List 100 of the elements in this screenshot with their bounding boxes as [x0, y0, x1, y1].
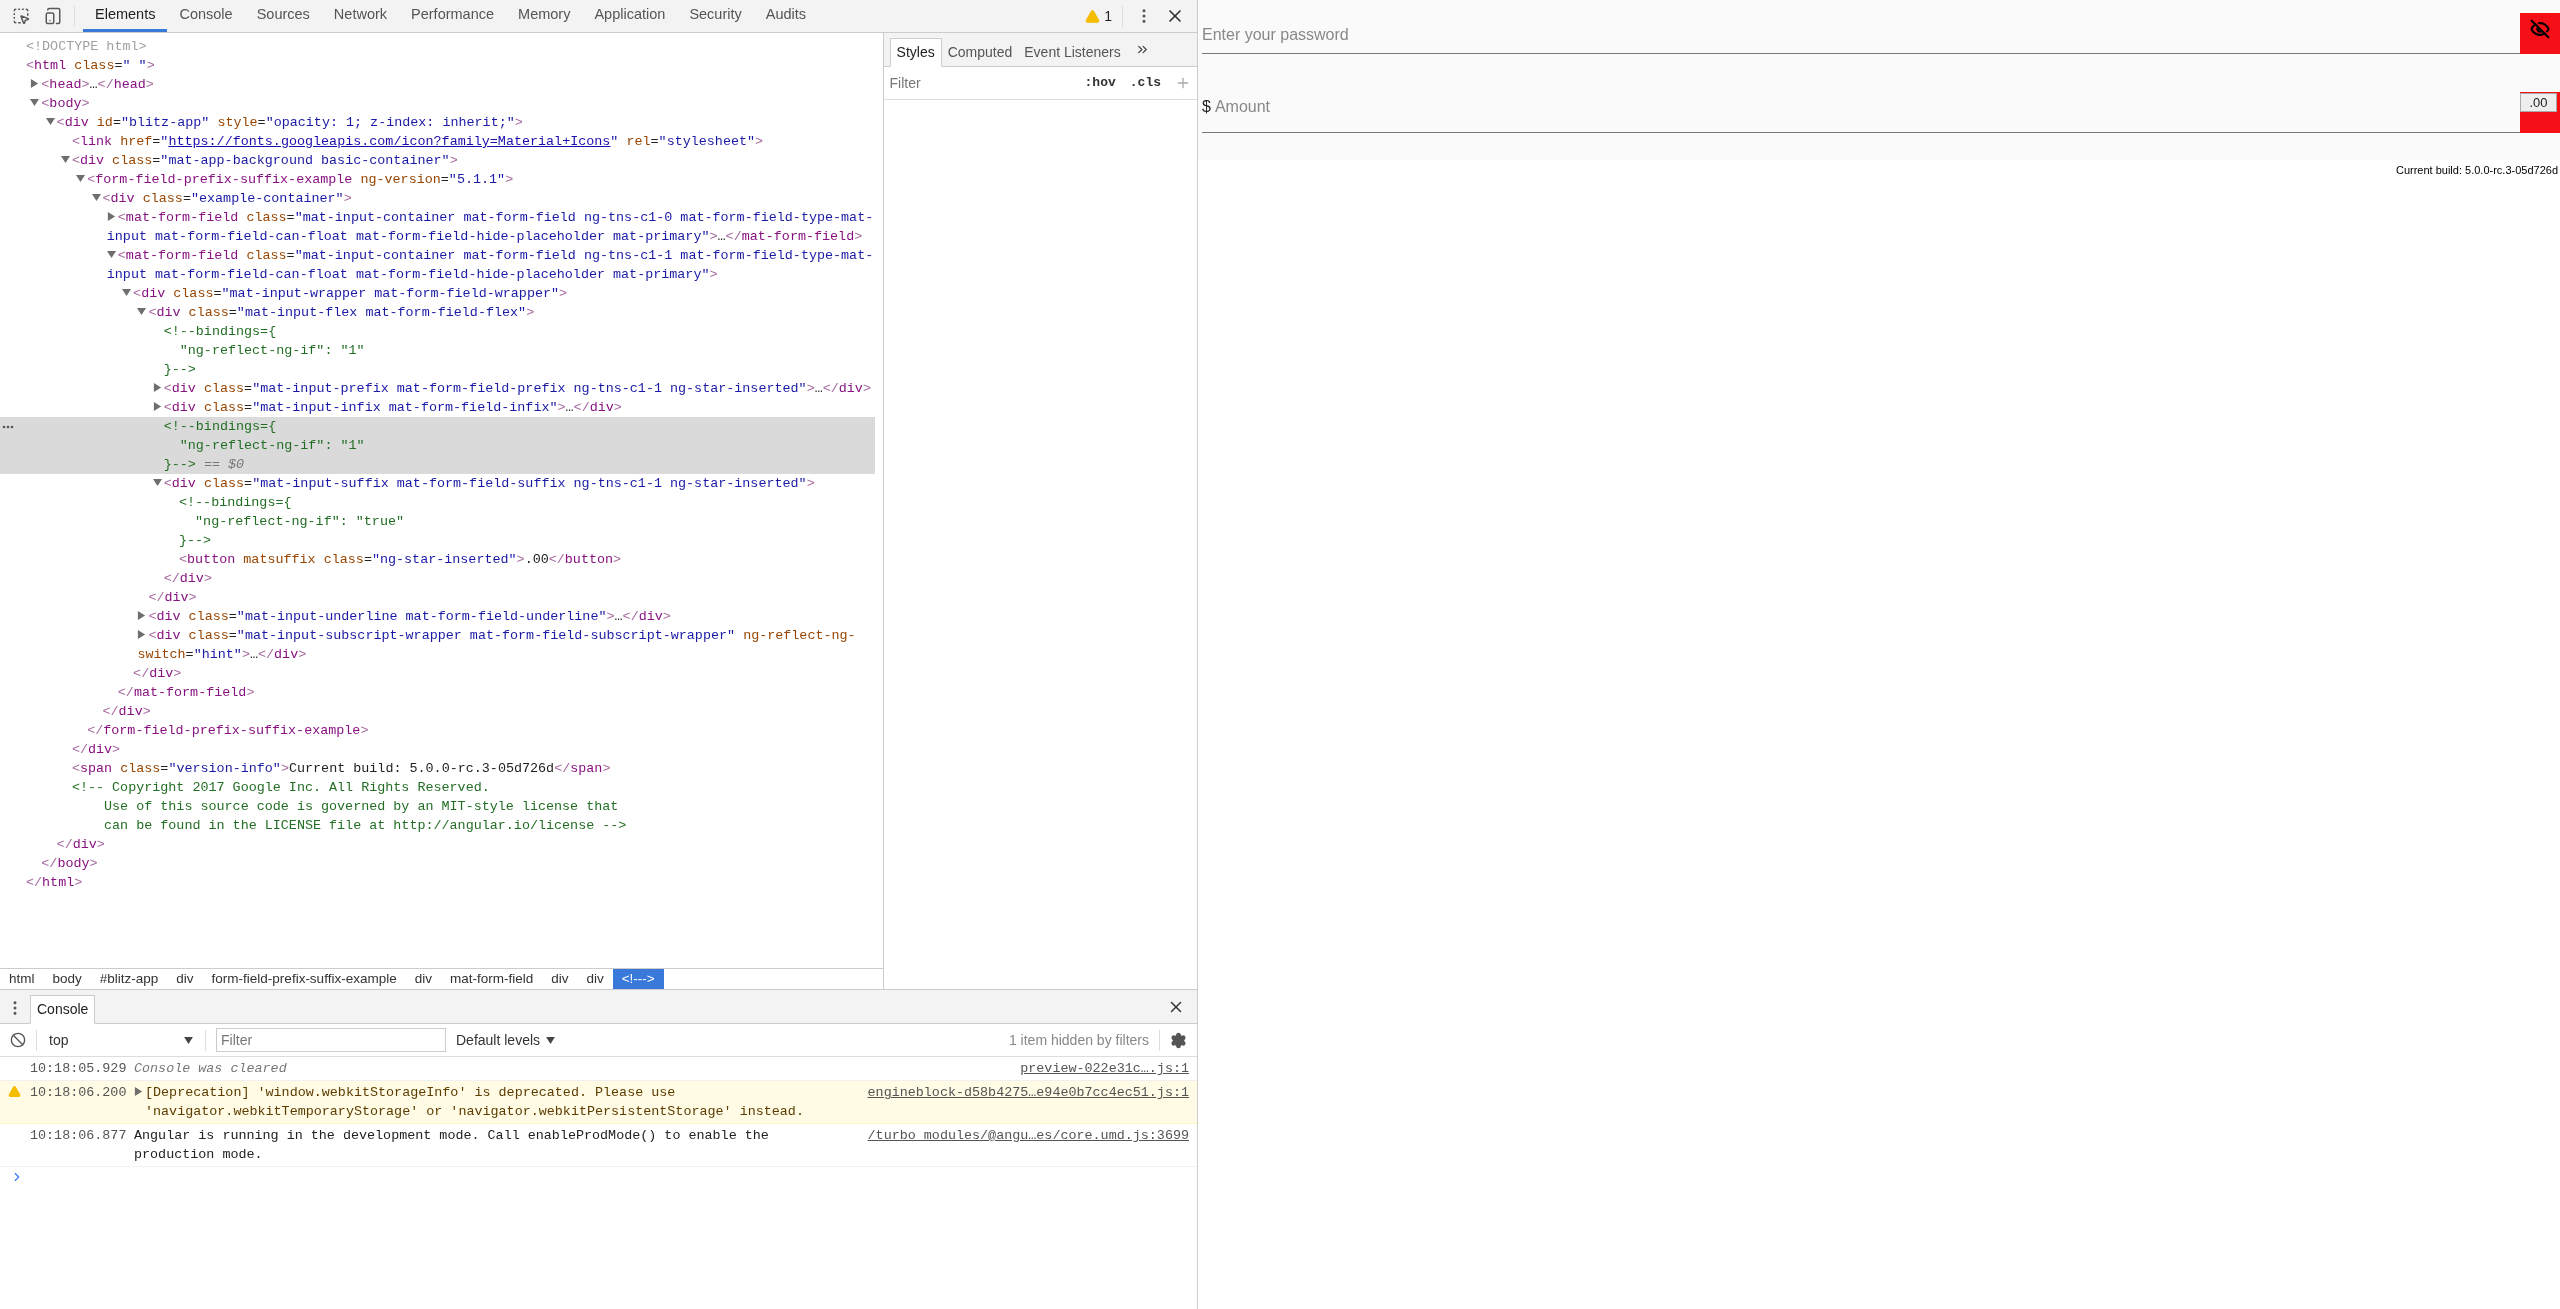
dom-node[interactable]: <!--bindings={ "ng-reflect-ng-if": "1" }-->	[0, 322, 875, 379]
breadcrumb[interactable]: body	[43, 969, 91, 989]
sidebar-tab[interactable]: Styles	[889, 38, 942, 67]
source-link[interactable]: /turbo_modules/@angu…es/core.umd.js:3699	[867, 1126, 1189, 1145]
dom-node[interactable]: <form-field-prefix-suffix-example ng-version="5.1.1">	[0, 170, 875, 189]
dom-node[interactable]: <span class="version-info">Current build: 5.0.0-rc.3-05d726d</span>	[0, 759, 875, 778]
caret-icon	[184, 1036, 193, 1044]
dom-node[interactable]: <link href="https://fonts.googleapis.com/icon?family=Material+Icons" rel="stylesheet">	[0, 132, 875, 151]
expanded-triangle-icon[interactable]	[91, 193, 101, 202]
drawer-tab[interactable]: Console	[30, 995, 96, 1024]
source-link[interactable]: engineblock-d58b4275…e94e0b7cc4ec51.js:1	[867, 1083, 1189, 1102]
dom-node[interactable]: <div id="blitz-app" style="opacity: 1; z-index: inherit;">	[0, 113, 875, 132]
inspect-icon[interactable]	[12, 7, 30, 25]
hidden-items-count: 1 item hidden by filters	[1008, 1029, 1160, 1051]
message-text: Console was cleared	[134, 1060, 287, 1078]
panel-tab[interactable]: Security	[677, 0, 754, 32]
dom-node[interactable]: <!--bindings={ "ng-reflect-ng-if": "1" }--> == $0	[0, 417, 875, 474]
dom-node[interactable]: <body>	[0, 94, 875, 113]
version-info: Current build: 5.0.0-rc.3-05d726d	[2395, 163, 2558, 178]
filter-field[interactable]: Filter	[889, 72, 1071, 94]
dom-node[interactable]: <div class="mat-input-infix mat-form-field-infix">…</div>	[0, 398, 875, 417]
breadcrumb[interactable]: html	[0, 969, 44, 989]
dom-node[interactable]: <html class=" ">	[0, 56, 875, 75]
cents-button[interactable]: .00	[2520, 93, 2557, 112]
dom-node[interactable]: <button matsuffix class="ng-star-inserted">.00</button>	[0, 550, 875, 569]
panel-tab[interactable]: Application	[582, 0, 678, 32]
dom-node[interactable]: <div class="mat-input-flex mat-form-field-flex">	[0, 303, 875, 322]
breadcrumb[interactable]: div	[167, 969, 203, 989]
dom-node[interactable]: <!--bindings={ "ng-reflect-ng-if": "true" }-->	[0, 493, 875, 550]
panel-tab[interactable]: Audits	[753, 0, 819, 32]
expanded-triangle-icon[interactable]	[30, 98, 40, 107]
closing-tag: </html>	[26, 875, 83, 890]
dom-node[interactable]: <div class="mat-input-underline mat-form-field-underline">…</div>	[0, 607, 875, 626]
message-time: 10:18:06.200	[30, 1084, 128, 1102]
dom-node[interactable]: <mat-form-field class="mat-input-container mat-form-field ng-tns-c1-1 mat-form-field-type-mat-input mat-form-field-can-float mat-form-field-hide-placeholder mat-primary">	[0, 246, 875, 284]
collapsed-triangle-icon[interactable]	[137, 611, 147, 620]
expanded-triangle-icon[interactable]	[60, 155, 70, 164]
dom-node[interactable]: <mat-form-field class="mat-input-container mat-form-field ng-tns-c1-0 mat-form-field-type-mat-input mat-form-field-can-float mat-form-field-hide-placeholder mat-primary">…</mat-form-field>	[0, 208, 875, 246]
panel-tab[interactable]: Console	[167, 0, 245, 32]
source-link[interactable]: preview-022e31c….js:1	[1020, 1059, 1189, 1078]
settings-icon[interactable]	[1170, 1031, 1187, 1049]
context-select[interactable]: top	[36, 1029, 206, 1051]
levels-dropdown[interactable]: Default levels	[456, 1029, 541, 1051]
dom-node[interactable]: <div class="mat-input-subscript-wrapper mat-form-field-subscript-wrapper" ng-reflect-ng-switch="hint">…</div>	[0, 626, 875, 664]
collapsed-triangle-icon[interactable]	[134, 1087, 143, 1096]
collapsed-triangle-icon[interactable]	[106, 212, 116, 221]
dom-node[interactable]: <head>…</head>	[0, 75, 875, 94]
hov-button[interactable]: :hov	[1084, 73, 1116, 93]
collapsed-triangle-icon[interactable]	[30, 79, 40, 88]
closing-tag: </body>	[41, 856, 98, 871]
currency-prefix: $	[1202, 97, 1211, 117]
dom-node[interactable]: <div class="mat-input-wrapper mat-form-field-wrapper">	[0, 284, 875, 303]
filter-field[interactable]: Filter	[216, 1028, 446, 1052]
message-text: [Deprecation] 'window.webkitStorageInfo' is deprecated. Please use 'navigator.webkitTemporaryStorage' or 'navigator.webkitPersistentStorage' instead.	[145, 1084, 805, 1121]
dom-node[interactable]: <div class="example-container">	[0, 189, 875, 208]
warning-count[interactable]: 1	[1104, 5, 1112, 27]
closing-tag: </div>	[102, 704, 151, 719]
sidebar-tab[interactable]: Computed	[941, 38, 1019, 67]
collapsed-triangle-icon[interactable]	[152, 402, 162, 411]
expanded-triangle-icon[interactable]	[152, 478, 162, 487]
sidebar-tab[interactable]: Event Listeners	[1018, 38, 1127, 67]
message-text: Angular is running in the development mode. Call enableProdMode() to enable the production mode.	[134, 1127, 770, 1164]
warning-icon	[8, 1085, 21, 1098]
closing-tag: </div>	[163, 571, 212, 586]
dom-node[interactable]: <div class="mat-input-prefix mat-form-field-prefix ng-tns-c1-1 ng-star-inserted">…</div>	[0, 379, 875, 398]
collapsed-triangle-icon[interactable]	[137, 630, 147, 639]
breadcrumb[interactable]: <!--->	[612, 969, 664, 989]
closing-tag: </mat-form-field>	[117, 685, 255, 700]
caret-icon	[546, 1036, 556, 1044]
message-time: 10:18:06.877	[30, 1127, 128, 1145]
panel-tab[interactable]: Performance	[399, 0, 507, 32]
dom-node[interactable]: <div class="mat-app-background basic-container">	[0, 151, 875, 170]
more-icon[interactable]	[2, 425, 14, 429]
breadcrumb[interactable]: #blitz-app	[90, 969, 168, 989]
expanded-triangle-icon[interactable]	[45, 117, 55, 126]
breadcrumb[interactable]: form-field-prefix-suffix-example	[202, 969, 406, 989]
expanded-triangle-icon[interactable]	[122, 288, 132, 297]
breadcrumb[interactable]: div	[542, 969, 578, 989]
closing-tag: </div>	[56, 837, 105, 852]
expanded-triangle-icon[interactable]	[106, 250, 116, 259]
amount-field[interactable]: Amount	[1214, 95, 2520, 119]
dom-node[interactable]: <div class="mat-input-suffix mat-form-field-suffix ng-tns-c1-1 ng-star-inserted">	[0, 474, 875, 493]
panel-tab[interactable]: Network	[321, 0, 400, 32]
closing-tag: </form-field-prefix-suffix-example>	[87, 723, 369, 738]
closing-tag: </div>	[133, 666, 182, 681]
cls-button[interactable]: .cls	[1129, 73, 1161, 93]
device-icon[interactable]	[44, 7, 62, 25]
visibility-button[interactable]	[2520, 13, 2560, 54]
breadcrumb[interactable]: div	[405, 969, 441, 989]
panel-tab[interactable]: Elements	[83, 0, 168, 32]
breadcrumb[interactable]: div	[577, 969, 613, 989]
expanded-triangle-icon[interactable]	[76, 174, 86, 183]
breadcrumb[interactable]: mat-form-field	[440, 969, 543, 989]
dom-node[interactable]: <!-- Copyright 2017 Google Inc. All Rights Reserved. Use of this source code is governed by an MIT-style license that can be found in the LICENSE file at http://angular.io/license -->	[0, 778, 875, 835]
panel-tab[interactable]: Memory	[506, 0, 583, 32]
password-field[interactable]: Enter your password	[1202, 13, 2520, 54]
clear-console-icon[interactable]	[10, 1032, 26, 1048]
expanded-triangle-icon[interactable]	[137, 307, 147, 316]
panel-tab[interactable]: Sources	[244, 0, 322, 32]
collapsed-triangle-icon[interactable]	[152, 383, 162, 392]
